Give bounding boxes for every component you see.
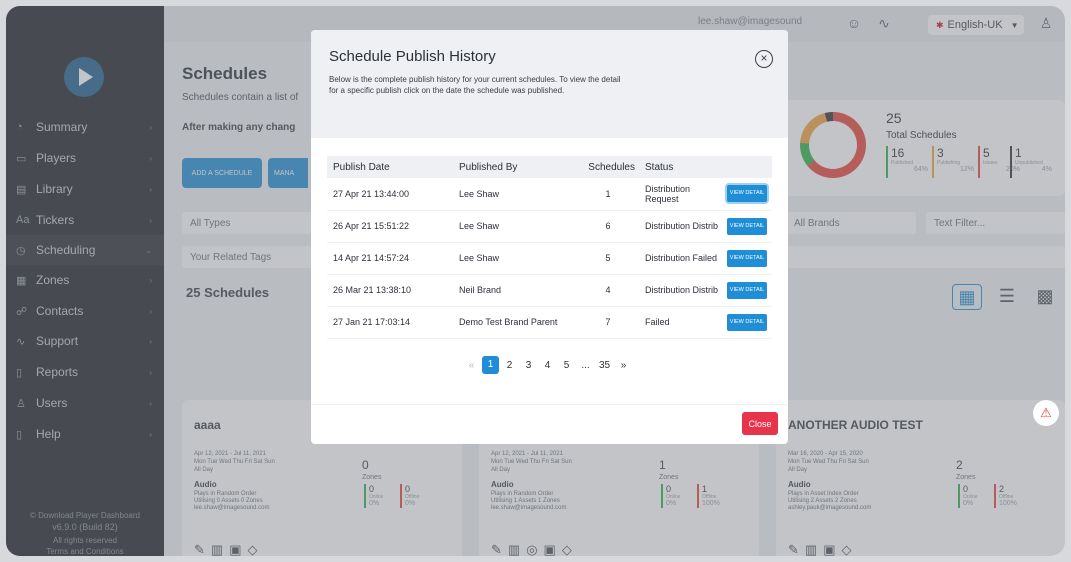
status-cell: Distribution Failed	[639, 242, 721, 275]
column-header: Schedules	[577, 156, 639, 178]
app-window: ◔ Summary › ▭ Players › ▤ Library › Aa T…	[6, 6, 1065, 556]
modal-footer-divider	[311, 404, 788, 405]
publish-date-cell[interactable]: 27 Jan 21 17:03:14	[327, 306, 453, 339]
column-header: Published By	[453, 156, 577, 178]
status-cell: Distribution Request	[639, 178, 721, 211]
pager-page-5[interactable]: 5	[558, 360, 575, 371]
schedules-cell: 7	[577, 306, 639, 339]
published-by-cell: Lee Shaw	[453, 178, 577, 211]
close-button[interactable]: Close	[742, 412, 778, 435]
table-row[interactable]: 27 Apr 21 13:44:00 Lee Shaw 1 Distributi…	[327, 178, 772, 211]
table-header-row: Publish Date Published By Schedules Stat…	[327, 156, 772, 178]
status-cell: Distribution Distrib	[639, 210, 721, 243]
publish-history-table: Publish Date Published By Schedules Stat…	[327, 156, 772, 339]
modal-title: Schedule Publish History	[329, 48, 496, 65]
publish-date-cell[interactable]: 27 Apr 21 13:44:00	[327, 178, 453, 211]
publish-history-modal: Schedule Publish History Below is the co…	[311, 30, 788, 444]
publish-date-cell[interactable]: 14 Apr 21 14:57:24	[327, 242, 453, 275]
published-by-cell: Lee Shaw	[453, 210, 577, 243]
published-by-cell: Lee Shaw	[453, 242, 577, 275]
publish-date-cell[interactable]: 26 Mar 21 13:38:10	[327, 274, 453, 307]
pager-page-4[interactable]: 4	[539, 360, 556, 371]
table-row[interactable]: 27 Jan 21 17:03:14 Demo Test Brand Paren…	[327, 306, 772, 339]
pager-page-1[interactable]: 1	[482, 356, 499, 374]
warning-icon[interactable]: ⚠	[1033, 400, 1059, 426]
modal-header: Schedule Publish History Below is the co…	[311, 30, 788, 138]
modal-description: Below is the complete publish history fo…	[329, 75, 621, 95]
view-detail-button[interactable]: VIEW DETAIL	[727, 217, 767, 235]
schedules-cell: 5	[577, 242, 639, 275]
view-detail-button[interactable]: VIEW DETAIL	[727, 185, 767, 203]
schedules-cell: 4	[577, 274, 639, 307]
table-row[interactable]: 14 Apr 21 14:57:24 Lee Shaw 5 Distributi…	[327, 242, 772, 275]
schedules-cell: 1	[577, 178, 639, 211]
pagination: « 1 2 3 4 5 ... 35 »	[463, 356, 634, 374]
status-cell: Failed	[639, 306, 721, 339]
view-detail-button[interactable]: VIEW DETAIL	[727, 249, 767, 267]
view-detail-button[interactable]: VIEW DETAIL	[727, 281, 767, 299]
column-header	[721, 156, 772, 178]
published-by-cell: Neil Brand	[453, 274, 577, 307]
pager-ellipsis: ...	[581, 359, 590, 371]
column-header: Status	[639, 156, 721, 178]
publish-date-cell[interactable]: 26 Apr 21 15:51:22	[327, 210, 453, 243]
table-row[interactable]: 26 Apr 21 15:51:22 Lee Shaw 6 Distributi…	[327, 210, 772, 243]
schedules-cell: 6	[577, 210, 639, 243]
table-row[interactable]: 26 Mar 21 13:38:10 Neil Brand 4 Distribu…	[327, 274, 772, 307]
status-cell: Distribution Distrib	[639, 274, 721, 307]
column-header: Publish Date	[327, 156, 453, 178]
pager-page-2[interactable]: 2	[501, 360, 518, 371]
pager-prev-button[interactable]: «	[463, 360, 480, 371]
pager-page-3[interactable]: 3	[520, 360, 537, 371]
pager-next-button[interactable]: »	[615, 360, 632, 371]
published-by-cell: Demo Test Brand Parent	[453, 306, 577, 339]
close-icon[interactable]: ×	[755, 50, 773, 68]
pager-page-35[interactable]: 35	[596, 360, 613, 371]
view-detail-button[interactable]: VIEW DETAIL	[727, 313, 767, 331]
